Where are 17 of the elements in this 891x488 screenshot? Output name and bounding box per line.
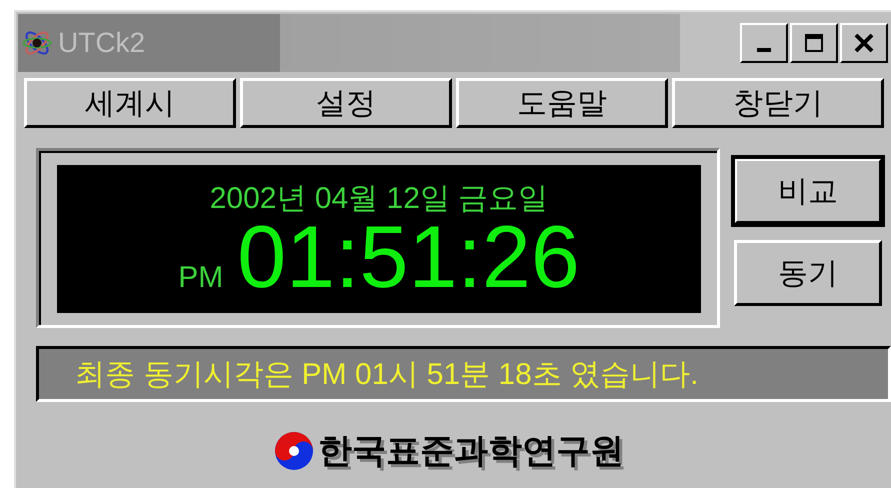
maximize-button[interactable] [790, 23, 838, 63]
menu-button[interactable]: 설정 [240, 78, 452, 128]
close-icon [854, 33, 874, 53]
organization-name: 한국표준과학연구원 [318, 431, 624, 472]
maximize-icon [804, 33, 824, 53]
menu-button[interactable]: 창닫기 [672, 78, 884, 128]
status-bar: 최종 동기시각은 PM 01시 51분 18초 였습니다. [36, 346, 891, 402]
menu-button[interactable]: 세계시 [24, 78, 236, 128]
action-button[interactable]: 비교 [734, 158, 882, 224]
action-button[interactable]: 동기 [734, 240, 882, 306]
am-pm-text: PM [178, 260, 224, 294]
minimize-button[interactable] [740, 23, 788, 63]
close-button[interactable] [840, 23, 888, 63]
minimize-icon [757, 48, 771, 52]
menu-button[interactable]: 도움말 [456, 78, 668, 128]
logo-icon [274, 431, 314, 471]
window-title: UTCk2 [58, 27, 146, 59]
